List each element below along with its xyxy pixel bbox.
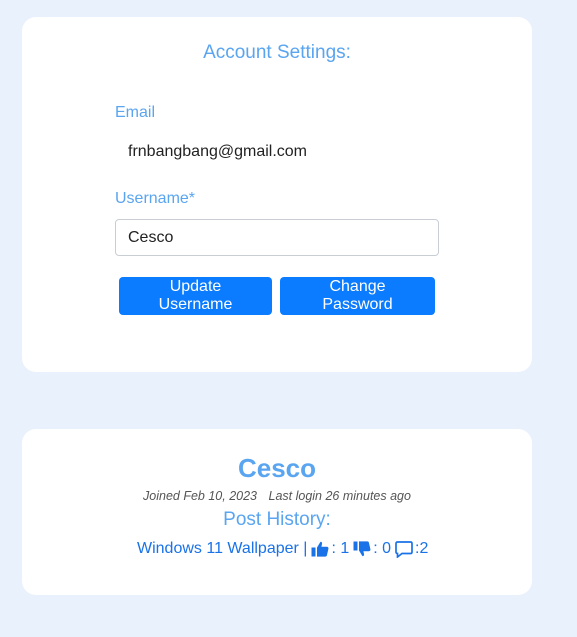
username-input[interactable] xyxy=(115,219,439,256)
profile-name: Cesco xyxy=(237,453,317,483)
last-login: Last login 26 minutes ago xyxy=(268,489,411,503)
list-item: Windows 11 Wallpaper | : 1 : 0 :2 xyxy=(137,540,428,558)
likes-count: : 1 xyxy=(331,540,350,557)
email-label: Email xyxy=(115,104,156,121)
account-settings-card: Account Settings: Email frnbangbang@gmai… xyxy=(22,17,532,372)
profile-card: Cesco Joined Feb 10, 2023 Last login 26 … xyxy=(22,429,532,595)
thumbs-up-icon[interactable] xyxy=(311,541,329,557)
thumbs-down-icon[interactable] xyxy=(353,541,371,557)
post-link[interactable]: Windows 11 Wallpaper | xyxy=(137,540,307,558)
email-value: frnbangbang@gmail.com xyxy=(128,143,308,160)
comment-icon[interactable] xyxy=(395,540,413,558)
joined-date: Joined Feb 10, 2023 xyxy=(143,489,258,503)
comments-count: :2 xyxy=(415,540,429,557)
username-label: Username* xyxy=(115,190,196,207)
profile-meta: Joined Feb 10, 2023 Last login 26 minute… xyxy=(22,489,532,503)
post-history-title: Post History: xyxy=(223,509,331,530)
account-settings-title: Account Settings: xyxy=(203,42,351,63)
dislikes-count: : 0 xyxy=(373,540,392,557)
update-username-button[interactable]: Update Username xyxy=(119,277,272,315)
change-password-button[interactable]: Change Password xyxy=(280,277,435,315)
